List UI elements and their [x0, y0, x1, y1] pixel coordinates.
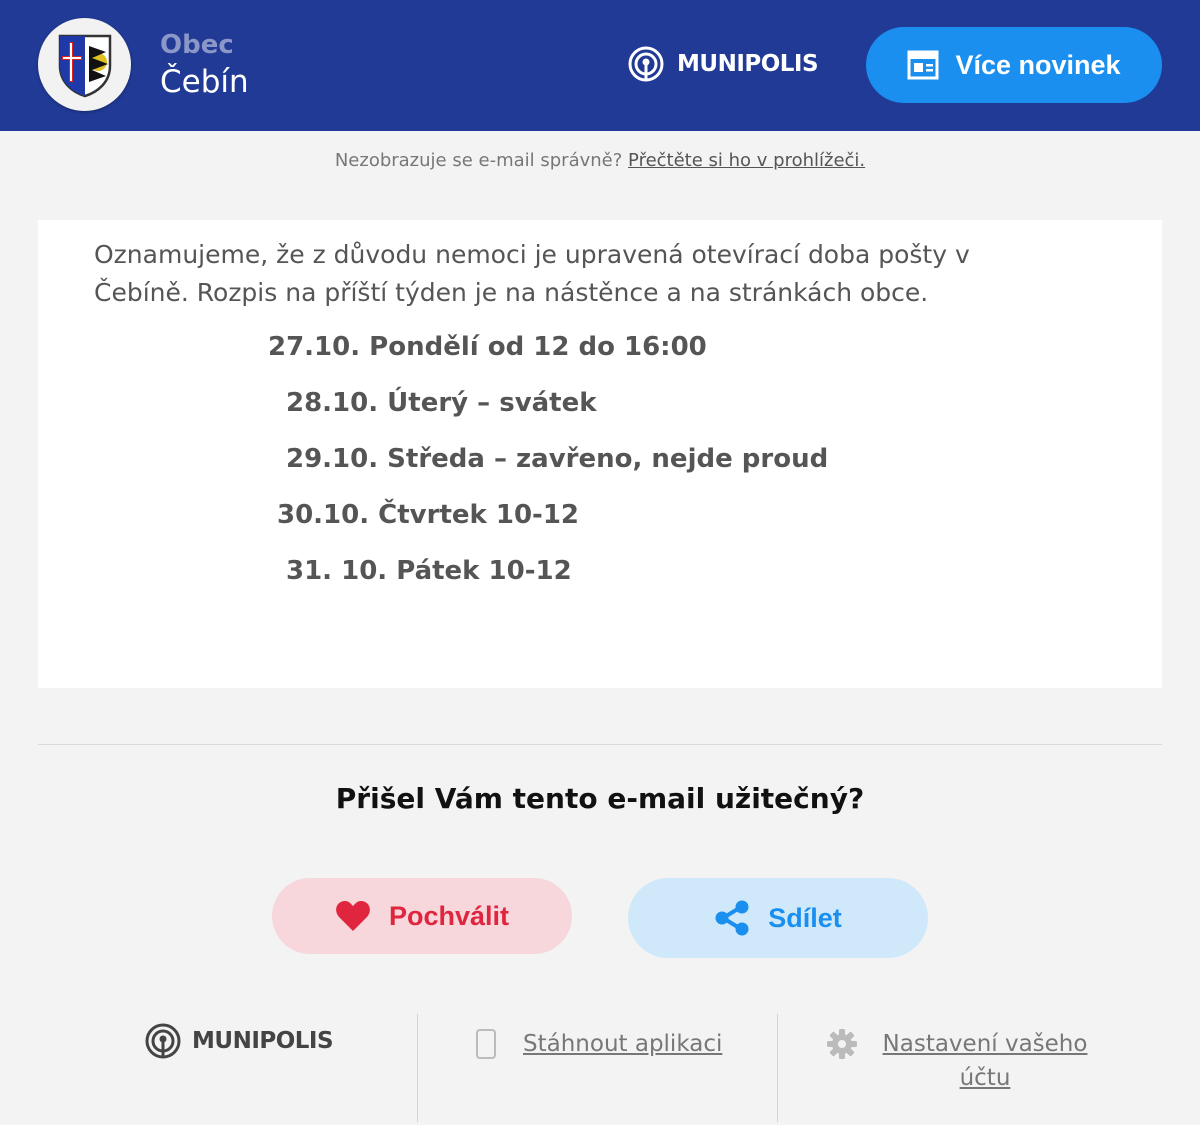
more-news-label: Více novinek	[955, 49, 1121, 80]
praise-label: Pochválit	[388, 900, 510, 931]
brand-name: MUNIPOLIS	[677, 51, 819, 77]
message-card: Oznamujeme, že z důvodu nemoci je uprave…	[38, 220, 1162, 688]
header: Obec Čebín MUNIPOLIS Více novinek	[0, 0, 1200, 131]
municipality-logo[interactable]	[38, 18, 131, 111]
schedule-line: 31. 10. Pátek 10-12	[286, 556, 572, 586]
view-in-browser-notice: Nezobrazuje se e-mail správně? Přečtěte …	[0, 150, 1200, 171]
divider	[38, 744, 1162, 745]
praise-button[interactable]: Pochválit	[272, 878, 572, 954]
share-label: Sdílet	[768, 902, 842, 933]
footer-brand-name: MUNIPOLIS	[192, 1028, 334, 1054]
account-settings-link[interactable]: Nastavení vašeho účtu	[870, 1027, 1100, 1095]
footer-munipolis-logo[interactable]: MUNIPOLIS	[144, 1022, 334, 1060]
schedule-line: 27.10. Pondělí od 12 do 16:00	[268, 332, 707, 362]
gear-icon	[827, 1029, 857, 1059]
schedule-line: 29.10. Středa – zavřeno, nejde proud	[286, 444, 829, 474]
munipolis-logo[interactable]: MUNIPOLIS	[627, 44, 819, 84]
download-app-link[interactable]: Stáhnout aplikaci	[523, 1027, 722, 1061]
footer-divider	[777, 1014, 778, 1122]
notice-text: Nezobrazuje se e-mail správně?	[334, 150, 623, 171]
footer-divider	[417, 1014, 418, 1122]
share-icon	[715, 900, 749, 936]
phone-icon	[476, 1029, 496, 1059]
more-news-button[interactable]: Více novinek	[866, 27, 1162, 103]
share-button[interactable]: Sdílet	[628, 878, 928, 958]
org-type: Obec	[160, 30, 234, 60]
feedback-question: Přišel Vám tento e-mail užitečný?	[335, 782, 865, 815]
broadcast-icon	[628, 46, 664, 82]
broadcast-icon	[145, 1023, 181, 1059]
message-intro: Oznamujeme, že z důvodu nemoci je uprave…	[94, 240, 970, 307]
coat-of-arms-icon	[58, 34, 111, 97]
newspaper-icon	[907, 50, 939, 80]
view-in-browser-link[interactable]: Přečtěte si ho v prohlížeči.	[628, 150, 865, 171]
heart-icon	[336, 901, 370, 931]
org-name: Čebín	[160, 64, 249, 100]
schedule-line: 30.10. Čtvrtek 10-12	[277, 500, 580, 530]
schedule-line: 28.10. Úterý – svátek	[286, 388, 597, 418]
